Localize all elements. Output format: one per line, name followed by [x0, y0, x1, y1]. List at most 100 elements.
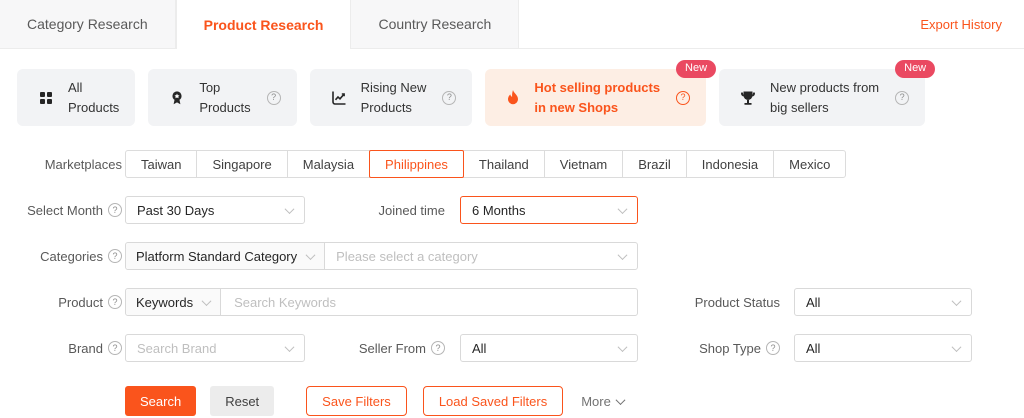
mode-label: Hot selling products in new Shops [534, 80, 661, 115]
category-type-value: Platform Standard Category [136, 248, 298, 264]
help-icon[interactable] [766, 341, 780, 355]
product-status-label: Product Status [694, 294, 780, 310]
category-select[interactable]: Please select a category [325, 243, 637, 269]
load-saved-filters-button[interactable]: Load Saved Filters [422, 386, 564, 416]
new-badge: New [895, 60, 936, 78]
category-input-group: Platform Standard Category Please select… [125, 242, 638, 270]
keyword-type-value: Keywords [136, 294, 194, 310]
marketplaces-row: Marketplaces Taiwan Singapore Malaysia P… [0, 150, 1024, 178]
export-history-link[interactable]: Export History [920, 0, 1024, 48]
marketplace-philippines[interactable]: Philippines [369, 150, 464, 178]
seller-from-dropdown[interactable]: All [460, 334, 638, 362]
search-button[interactable]: Search [125, 386, 197, 416]
categories-label: Categories [0, 249, 122, 264]
more-dropdown[interactable]: More [581, 393, 626, 409]
tab-category-research[interactable]: Category Research [0, 0, 176, 48]
categories-row: Categories Platform Standard Category Pl… [0, 242, 1024, 270]
brand-row: Brand Search Brand Seller From All Shop … [0, 334, 1024, 362]
joined-time-dropdown[interactable]: 6 Months [460, 196, 638, 224]
help-icon[interactable] [431, 341, 445, 355]
chevron-down-icon [305, 249, 316, 260]
search-keywords-input[interactable] [232, 293, 626, 311]
mode-buttons-row: All Products Top Products Rising Ne [17, 60, 1007, 126]
mode-top-products[interactable]: Top Products [148, 69, 297, 126]
keyword-type-dropdown[interactable]: Keywords [126, 289, 222, 315]
shop-type-value: All [806, 340, 821, 356]
marketplace-indonesia[interactable]: Indonesia [685, 150, 775, 178]
brand-label: Brand [0, 341, 122, 356]
medal-icon [168, 89, 186, 107]
product-input-group: Keywords [125, 288, 638, 316]
chevron-down-icon [615, 394, 626, 405]
category-placeholder: Please select a category [336, 248, 478, 264]
trend-icon [330, 89, 348, 107]
flame-icon [505, 89, 521, 107]
category-type-dropdown[interactable]: Platform Standard Category [126, 243, 326, 269]
grid-icon [37, 89, 55, 107]
top-tab-bar: Category Research Product Research Count… [0, 0, 1024, 49]
product-status-value: All [806, 294, 821, 310]
month-row: Select Month Past 30 Days Joined time 6 … [0, 196, 1024, 224]
marketplace-brazil[interactable]: Brazil [622, 150, 687, 178]
mode-all-products[interactable]: All Products [17, 69, 136, 126]
help-icon[interactable] [108, 249, 122, 263]
chevron-down-icon [617, 341, 628, 352]
chevron-down-icon [617, 203, 628, 214]
marketplace-singapore[interactable]: Singapore [196, 150, 288, 178]
seller-from-value: All [472, 340, 487, 356]
help-icon[interactable] [266, 90, 281, 105]
product-row: Product Keywords Product Status All [0, 288, 1024, 316]
mode-rising-new-products[interactable]: Rising New Products [309, 69, 473, 126]
trophy-icon [739, 89, 757, 107]
select-month-dropdown[interactable]: Past 30 Days [125, 196, 305, 224]
help-icon[interactable] [108, 341, 122, 355]
product-label: Product [0, 295, 122, 310]
chevron-down-icon [284, 341, 295, 352]
help-icon[interactable] [676, 90, 691, 105]
shop-type-label: Shop Type [699, 341, 780, 356]
help-icon[interactable] [442, 90, 457, 105]
new-badge: New [676, 60, 717, 78]
brand-label-text: Brand [68, 340, 103, 356]
save-filters-button[interactable]: Save Filters [306, 386, 407, 416]
help-icon[interactable] [108, 203, 122, 217]
chevron-down-icon [951, 341, 962, 352]
shop-type-dropdown[interactable]: All [794, 334, 972, 362]
joined-time-label: Joined time [378, 202, 445, 218]
shop-type-group: Shop Type All [699, 334, 972, 362]
product-label-text: Product [58, 294, 103, 310]
categories-label-text: Categories [40, 248, 103, 264]
brand-placeholder: Search Brand [137, 340, 217, 356]
marketplace-vietnam[interactable]: Vietnam [543, 150, 624, 178]
select-month-label-text: Select Month [27, 202, 103, 218]
seller-from-label: Seller From [359, 341, 445, 356]
help-icon[interactable] [108, 295, 122, 309]
select-month-label: Select Month [0, 203, 122, 218]
help-icon[interactable] [895, 90, 910, 105]
tab-product-research[interactable]: Product Research [175, 0, 352, 49]
joined-time-value: 6 Months [472, 202, 526, 218]
marketplace-segmented-control: Taiwan Singapore Malaysia Philippines Th… [125, 150, 847, 178]
marketplace-mexico[interactable]: Mexico [773, 150, 847, 178]
mode-hot-selling-new-shops[interactable]: Hot selling products in new Shops New [485, 60, 717, 126]
marketplace-malaysia[interactable]: Malaysia [286, 150, 371, 178]
chevron-down-icon [951, 295, 962, 306]
tab-country-research[interactable]: Country Research [351, 0, 520, 48]
mode-label: Top Products [199, 80, 251, 115]
select-month-value: Past 30 Days [137, 202, 215, 218]
product-status-group: Product Status All [695, 288, 972, 316]
mode-label: New products from big sellers [770, 80, 880, 115]
reset-button[interactable]: Reset [210, 386, 275, 416]
brand-search-dropdown[interactable]: Search Brand [125, 334, 305, 362]
marketplaces-label: Marketplaces [44, 156, 122, 172]
actions-row: Search Reset Save Filters Load Saved Fil… [125, 386, 1024, 416]
mode-label: All Products [68, 80, 120, 115]
mode-label: Rising New Products [360, 80, 427, 115]
chevron-down-icon [201, 295, 212, 306]
mode-new-products-big-sellers[interactable]: New products from big sellers New [719, 60, 936, 126]
marketplace-thailand[interactable]: Thailand [462, 150, 545, 178]
chevron-down-icon [284, 203, 295, 214]
marketplace-taiwan[interactable]: Taiwan [125, 150, 198, 178]
more-label: More [581, 393, 611, 409]
product-status-dropdown[interactable]: All [794, 288, 972, 316]
